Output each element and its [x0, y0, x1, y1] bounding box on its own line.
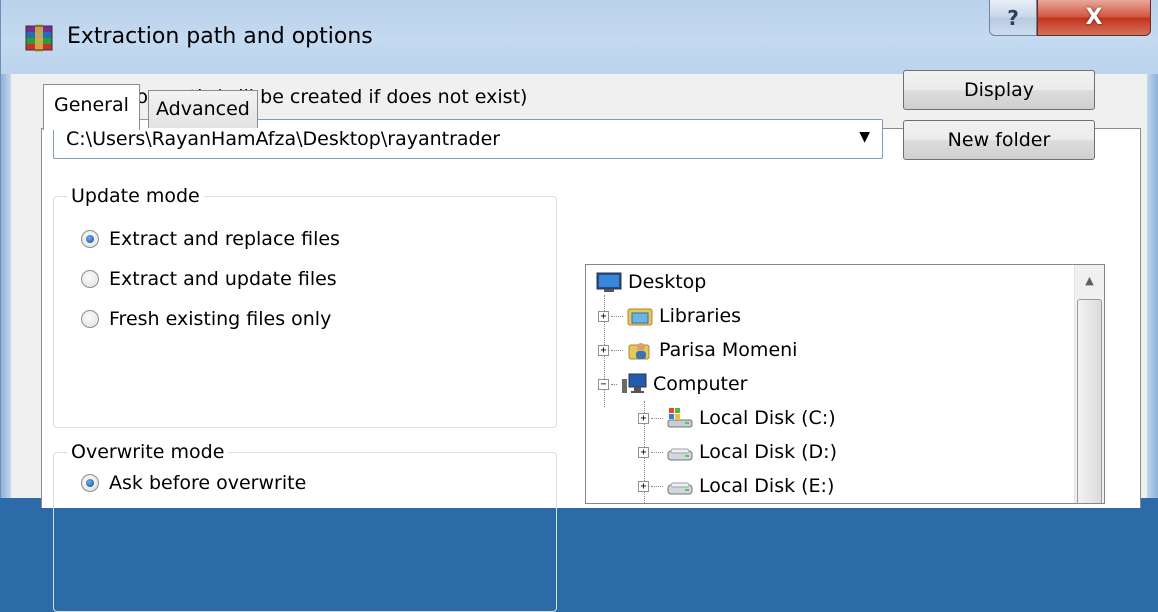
tree-item-label[interactable]: Local Disk (D:) — [699, 441, 837, 463]
collapse-icon[interactable]: − — [598, 378, 609, 390]
tree-item-label[interactable]: Libraries — [659, 305, 741, 327]
folder-tree[interactable]: ▲ Desktop + Libraries + Parisa Momeni − … — [585, 264, 1105, 504]
display-button[interactable]: Display — [903, 70, 1095, 110]
winrar-icon — [25, 24, 53, 52]
window-title: Extraction path and options — [67, 24, 373, 49]
update-mode-legend: Update mode — [67, 185, 204, 207]
title-bar[interactable]: Extraction path and options ? X — [1, 0, 1158, 74]
expand-icon[interactable]: + — [638, 412, 649, 424]
window-left-border — [1, 74, 11, 498]
tree-connector — [651, 417, 663, 419]
computer-icon — [622, 373, 647, 393]
radio-ask-before-overwrite[interactable]: Ask before overwrite — [81, 472, 306, 494]
system-drive-icon — [667, 408, 693, 428]
radio-button-icon[interactable] — [81, 474, 99, 492]
radio-button-icon[interactable] — [81, 270, 99, 288]
radio-label[interactable]: Fresh existing files only — [109, 308, 331, 330]
tree-connector — [651, 485, 663, 487]
new-folder-button[interactable]: New folder — [903, 120, 1095, 160]
dialog-window: Extraction path and options ? X General … — [0, 0, 1158, 612]
tree-item-label[interactable]: Desktop — [628, 271, 706, 293]
drive-icon — [667, 448, 693, 461]
tree-item-label[interactable]: Computer — [653, 373, 747, 395]
expand-icon[interactable]: + — [638, 480, 649, 492]
expand-icon[interactable]: + — [598, 310, 609, 322]
tree-item-local-disk-d[interactable]: + Local Disk (D:) — [638, 441, 837, 463]
tree-connector — [611, 383, 617, 385]
dropdown-arrow-icon[interactable]: ▼ — [859, 129, 870, 145]
tree-item-parisa-momeni[interactable]: + Parisa Momeni — [598, 339, 797, 361]
tree-item-label[interactable]: Local Disk (C:) — [699, 407, 836, 429]
tree-item-computer[interactable]: − Computer — [598, 373, 747, 395]
tab-general[interactable]: General — [43, 84, 140, 130]
radio-extract-update[interactable]: Extract and update files — [81, 268, 337, 290]
tree-scrollbar[interactable]: ▲ — [1074, 265, 1104, 503]
overwrite-mode-legend: Overwrite mode — [67, 441, 229, 463]
window-right-border — [1146, 74, 1158, 498]
radio-label[interactable]: Extract and update files — [109, 268, 337, 290]
scroll-thumb[interactable] — [1077, 299, 1102, 503]
tree-connector — [611, 315, 623, 317]
radio-label[interactable]: Extract and replace files — [109, 228, 340, 250]
destination-path-value[interactable]: C:\Users\RayanHamAfza\Desktop\rayantrade… — [66, 128, 500, 150]
scroll-up-arrow-icon[interactable]: ▲ — [1075, 265, 1104, 295]
expand-icon[interactable]: + — [598, 344, 609, 356]
expand-icon[interactable]: + — [638, 446, 649, 458]
help-button[interactable]: ? — [989, 0, 1037, 36]
tree-item-label[interactable]: Local Disk (E:) — [699, 475, 834, 497]
tree-item-desktop[interactable]: Desktop — [596, 271, 706, 293]
radio-extract-replace[interactable]: Extract and replace files — [81, 228, 340, 250]
radio-button-icon[interactable] — [81, 230, 99, 248]
radio-fresh-existing[interactable]: Fresh existing files only — [81, 308, 331, 330]
desktop-icon — [596, 272, 622, 292]
radio-button-icon[interactable] — [81, 310, 99, 328]
tree-item-label[interactable]: Parisa Momeni — [659, 339, 797, 361]
libraries-icon — [627, 308, 653, 326]
tree-item-local-disk-c[interactable]: + Local Disk (C:) — [638, 407, 836, 429]
tree-connector — [611, 349, 623, 351]
radio-label[interactable]: Ask before overwrite — [109, 472, 306, 494]
close-button[interactable]: X — [1037, 0, 1151, 36]
tree-connector — [651, 451, 663, 453]
tab-advanced[interactable]: Advanced — [148, 90, 258, 128]
user-folder-icon — [628, 343, 650, 360]
drive-icon — [667, 482, 693, 495]
tree-item-libraries[interactable]: + Libraries — [598, 305, 741, 327]
tree-item-local-disk-e[interactable]: + Local Disk (E:) — [638, 475, 834, 497]
